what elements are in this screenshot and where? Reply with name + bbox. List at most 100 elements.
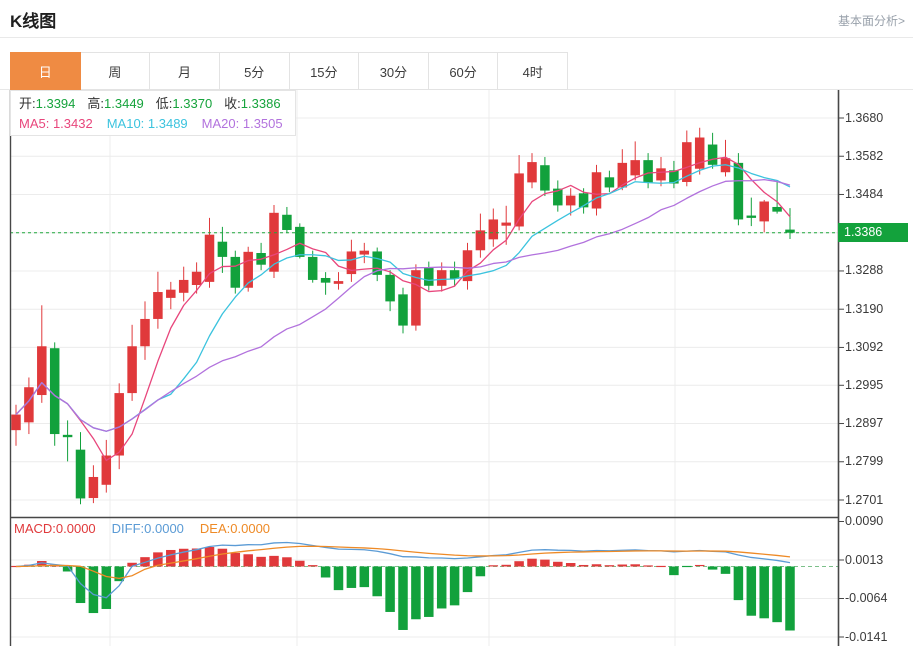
macd-bar — [372, 567, 382, 597]
macd-bar — [772, 567, 782, 623]
macd-bar — [747, 567, 757, 616]
tab-日[interactable]: 日 — [10, 52, 81, 90]
candle-body — [747, 216, 757, 218]
candle-body — [218, 242, 228, 257]
macd-bar — [424, 567, 434, 617]
candle-body — [63, 435, 73, 437]
candle-body — [398, 294, 408, 325]
candle-body — [527, 162, 537, 182]
macd-bar — [514, 561, 524, 566]
macd-bar — [695, 565, 705, 566]
macd-legend: MACD:0.0000DIFF:0.0000DEA:0.0000 — [14, 521, 286, 536]
macd-bar — [618, 565, 628, 567]
candle-body — [424, 268, 434, 286]
candle-body — [643, 160, 653, 182]
macd-tick-label: -0.0064 — [845, 591, 887, 605]
header: K线图 基本面分析> — [0, 0, 913, 38]
candle-body — [334, 281, 344, 284]
candle-body — [192, 272, 202, 285]
candle-body — [321, 278, 331, 283]
candle-body — [153, 292, 163, 319]
macd-tick-label: 0.0090 — [845, 514, 883, 528]
macd-bar — [437, 567, 447, 609]
tab-4时[interactable]: 4时 — [498, 52, 568, 90]
candle-body — [437, 270, 447, 286]
macd-bar — [553, 562, 563, 567]
candle-body — [540, 165, 550, 190]
ohlc-value: 1.3449 — [104, 96, 144, 111]
macd-bar — [734, 567, 744, 601]
macd-bar — [334, 567, 344, 591]
macd-bar — [476, 567, 486, 577]
price-tick-label: 1.2995 — [845, 378, 883, 392]
tab-60分[interactable]: 60分 — [429, 52, 499, 90]
macd-bar — [527, 559, 537, 567]
ohlc-label: 收: — [224, 96, 241, 111]
macd-legend-item: DIFF:0.0000 — [112, 521, 184, 536]
tab-月[interactable]: 月 — [150, 52, 220, 90]
macd-bar — [243, 554, 253, 566]
candle-body — [360, 251, 370, 255]
tab-15分[interactable]: 15分 — [290, 52, 360, 90]
candle-body — [385, 275, 395, 302]
price-tick-label: 1.2897 — [845, 416, 883, 430]
macd-bar — [579, 565, 589, 567]
tab-5分[interactable]: 5分 — [220, 52, 290, 90]
macd-bar — [785, 567, 795, 631]
ohlc-row: 开:1.3394高:1.3449低:1.3370收:1.3386 — [19, 94, 295, 114]
ma-legend-ma10: MA10: 1.3489 — [107, 116, 188, 131]
candle-body — [450, 270, 460, 279]
macd-bar — [643, 565, 653, 566]
candle-body — [501, 223, 511, 226]
candle-body — [282, 215, 292, 230]
price-tick-label: 1.3484 — [845, 187, 883, 201]
macd-bar — [282, 557, 292, 566]
candle-body — [566, 196, 576, 206]
candle-body — [489, 219, 499, 239]
ohlc-label: 低: — [156, 96, 173, 111]
macd-bar — [501, 565, 511, 567]
ma-row: MA5: 1.3432MA10: 1.3489MA20: 1.3505 — [19, 114, 295, 134]
price-tick-label: 1.3680 — [845, 111, 883, 125]
price-tick-label: 1.3288 — [845, 263, 883, 277]
last-price-tag: 1.3386 — [838, 223, 908, 242]
price-tick-label: 1.2799 — [845, 454, 883, 468]
candle-body — [605, 177, 615, 187]
price-tick-label: 1.3582 — [845, 149, 883, 163]
macd-bar — [256, 557, 266, 567]
candle-body — [76, 450, 86, 499]
fundamental-analysis-link[interactable]: 基本面分析> — [838, 12, 905, 29]
macd-tick-label: -0.0141 — [845, 630, 887, 644]
candle-body — [166, 290, 176, 298]
macd-tick-label: 0.0013 — [845, 553, 883, 567]
macd-legend-item: MACD:0.0000 — [14, 521, 96, 536]
ma-legend-ma20: MA20: 1.3505 — [202, 116, 283, 131]
macd-bar — [566, 563, 576, 567]
tab-30分[interactable]: 30分 — [359, 52, 429, 90]
macd-bar — [89, 567, 99, 614]
page-title: K线图 — [10, 7, 56, 32]
macd-bar — [269, 556, 279, 567]
macd-bar — [347, 567, 357, 588]
ohlc-info-box: 开:1.3394高:1.3449低:1.3370收:1.3386 MA5: 1.… — [10, 90, 296, 136]
macd-bar — [489, 565, 499, 566]
macd-bar — [708, 567, 718, 570]
candle-body — [759, 202, 769, 222]
tab-周[interactable]: 周 — [81, 52, 151, 90]
macd-bar — [463, 567, 473, 593]
ohlc-value: 1.3386 — [241, 96, 281, 111]
candle-body — [630, 160, 640, 175]
candle-body — [656, 168, 666, 180]
macd-bar — [385, 567, 395, 612]
macd-bar — [411, 567, 421, 620]
candle-body — [708, 145, 718, 165]
ohlc-label: 高: — [87, 96, 104, 111]
macd-bar — [218, 549, 228, 567]
candle-body — [734, 163, 744, 220]
macd-bar — [540, 560, 550, 567]
candle-body — [140, 319, 150, 346]
price-tick-label: 1.3092 — [845, 340, 883, 354]
macd-bar — [102, 567, 112, 609]
macd-bar — [721, 567, 731, 574]
macd-bar — [605, 565, 615, 566]
